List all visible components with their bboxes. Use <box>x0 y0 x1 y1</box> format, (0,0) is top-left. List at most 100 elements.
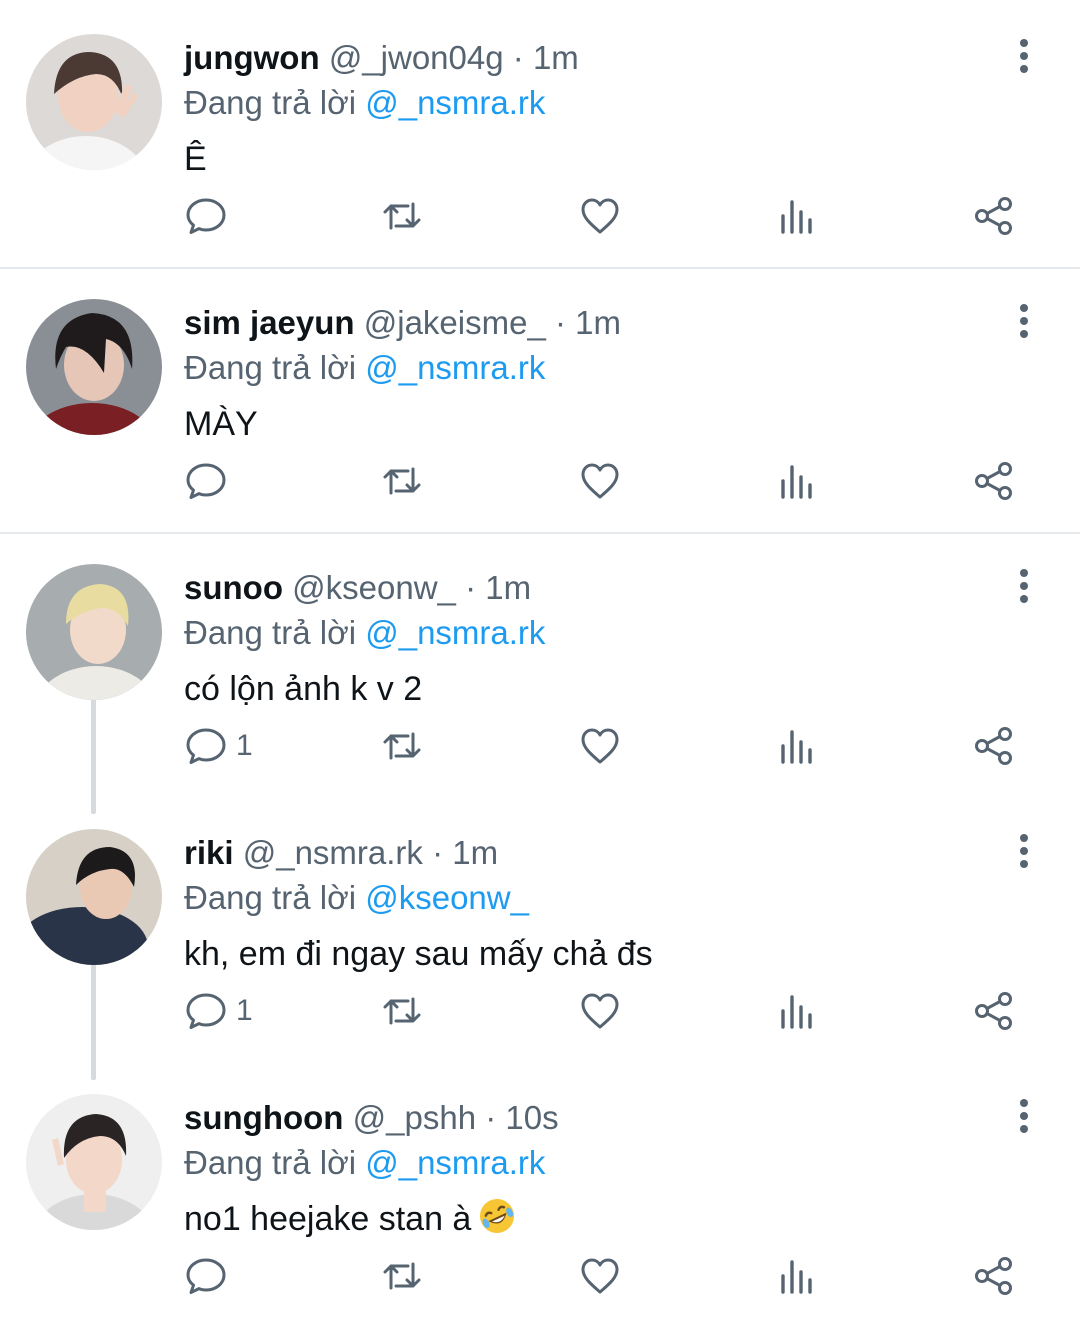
like-button[interactable] <box>578 451 622 511</box>
retweet-button[interactable] <box>380 716 424 776</box>
share-icon <box>975 1257 1012 1295</box>
display-name[interactable]: jungwon <box>184 39 320 76</box>
reply-mention-link[interactable]: @_nsmra.rk <box>365 614 545 651</box>
like-button[interactable] <box>578 716 622 776</box>
handle[interactable]: @kseonw_ <box>292 569 456 606</box>
views-button[interactable] <box>775 186 819 246</box>
avatar[interactable] <box>26 829 162 965</box>
display-name[interactable]: riki <box>184 834 234 871</box>
tweet-header: sunoo @kseonw_ · 1m <box>184 566 531 610</box>
tweet-divider <box>0 267 1080 269</box>
share-icon <box>975 462 1012 500</box>
reply-icon <box>186 993 226 1029</box>
handle[interactable]: @_nsmra.rk <box>243 834 423 871</box>
replying-to-label: Đang trả lời <box>184 84 357 121</box>
share-button[interactable] <box>972 1246 1016 1306</box>
tweet-header: riki @_nsmra.rk · 1m <box>184 831 498 875</box>
timestamp[interactable]: 1m <box>533 39 579 76</box>
views-icon <box>781 730 812 764</box>
action-bar <box>0 186 1080 246</box>
share-icon <box>975 197 1012 235</box>
reply-count: 1 <box>236 729 253 762</box>
reply-button[interactable] <box>184 451 236 511</box>
retweet-button[interactable] <box>380 186 424 246</box>
reply-icon <box>186 198 226 234</box>
retweet-icon <box>383 997 421 1025</box>
separator: · <box>465 569 477 606</box>
reply-mention-link[interactable]: @_nsmra.rk <box>365 1144 545 1181</box>
views-button[interactable] <box>775 981 819 1041</box>
replying-to: Đang trả lời @_nsmra.rk <box>184 81 545 125</box>
handle[interactable]: @_jwon04g <box>329 39 504 76</box>
timestamp[interactable]: 1m <box>575 304 621 341</box>
timestamp[interactable]: 10s <box>505 1099 558 1136</box>
reply-button[interactable]: 1 <box>184 716 253 776</box>
avatar[interactable] <box>26 1094 162 1230</box>
share-button[interactable] <box>972 186 1016 246</box>
retweet-button[interactable] <box>380 981 424 1041</box>
display-name[interactable]: sunghoon <box>184 1099 343 1136</box>
like-button[interactable] <box>578 1246 622 1306</box>
tweet-text: có lộn ảnh k v 2 <box>184 670 423 708</box>
replying-to-label: Đang trả lời <box>184 614 357 651</box>
avatar[interactable] <box>26 34 162 170</box>
separator: · <box>432 834 444 871</box>
handle[interactable]: @jakeisme_ <box>364 304 546 341</box>
timestamp[interactable]: 1m <box>485 569 531 606</box>
more-options-button[interactable] <box>1004 301 1044 341</box>
display-name[interactable]: sunoo <box>184 569 283 606</box>
views-icon <box>781 995 812 1029</box>
reply-button[interactable] <box>184 186 236 246</box>
separator: · <box>512 39 524 76</box>
reply-mention-link[interactable]: @_nsmra.rk <box>365 349 545 386</box>
more-options-button[interactable] <box>1004 1096 1044 1136</box>
tweet[interactable]: jungwon @_jwon04g · 1m Đang trả lời @_ns… <box>0 8 1080 266</box>
like-button[interactable] <box>578 186 622 246</box>
more-options-button[interactable] <box>1004 36 1044 76</box>
views-button[interactable] <box>775 451 819 511</box>
more-options-button[interactable] <box>1004 831 1044 871</box>
avatar[interactable] <box>26 299 162 435</box>
tweet[interactable]: riki @_nsmra.rk · 1m Đang trả lời @kseon… <box>0 803 1080 1061</box>
replying-to: Đang trả lời @_nsmra.rk <box>184 346 545 390</box>
views-icon <box>781 465 812 499</box>
reply-mention-link[interactable]: @_nsmra.rk <box>365 84 545 121</box>
retweet-icon <box>383 732 421 760</box>
views-button[interactable] <box>775 1246 819 1306</box>
timestamp[interactable]: 1m <box>452 834 498 871</box>
views-icon <box>781 200 812 234</box>
like-button[interactable] <box>578 981 622 1041</box>
separator: · <box>485 1099 497 1136</box>
reply-button[interactable] <box>184 1246 236 1306</box>
tweet-header: sim jaeyun @jakeisme_ · 1m <box>184 301 621 345</box>
share-button[interactable] <box>972 716 1016 776</box>
reply-button[interactable]: 1 <box>184 981 253 1041</box>
tweet[interactable]: sunghoon @_pshh · 10s Đang trả lời @_nsm… <box>0 1068 1080 1326</box>
more-options-icon <box>1020 1099 1028 1133</box>
like-icon <box>581 198 619 234</box>
retweet-button[interactable] <box>380 1246 424 1306</box>
reply-icon <box>186 463 226 499</box>
replying-to-label: Đang trả lời <box>184 879 357 916</box>
action-bar <box>0 1246 1080 1306</box>
reply-mention-link[interactable]: @kseonw_ <box>365 879 529 916</box>
avatar[interactable] <box>26 564 162 700</box>
tweet[interactable]: sim jaeyun @jakeisme_ · 1m Đang trả lời … <box>0 273 1080 531</box>
tweet[interactable]: sunoo @kseonw_ · 1m Đang trả lời @_nsmra… <box>0 538 1080 796</box>
share-button[interactable] <box>972 981 1016 1041</box>
share-button[interactable] <box>972 451 1016 511</box>
like-icon <box>581 463 619 499</box>
replying-to: Đang trả lời @_nsmra.rk <box>184 1141 545 1185</box>
display-name[interactable]: sim jaeyun <box>184 304 355 341</box>
replying-to: Đang trả lời @_nsmra.rk <box>184 611 545 655</box>
reply-icon <box>186 728 226 764</box>
share-icon <box>975 992 1012 1030</box>
retweet-button[interactable] <box>380 451 424 511</box>
retweet-icon <box>383 467 421 495</box>
like-icon <box>581 728 619 764</box>
more-options-button[interactable] <box>1004 566 1044 606</box>
handle[interactable]: @_pshh <box>353 1099 476 1136</box>
reply-icon <box>186 1258 226 1294</box>
retweet-icon <box>383 202 421 230</box>
views-button[interactable] <box>775 716 819 776</box>
